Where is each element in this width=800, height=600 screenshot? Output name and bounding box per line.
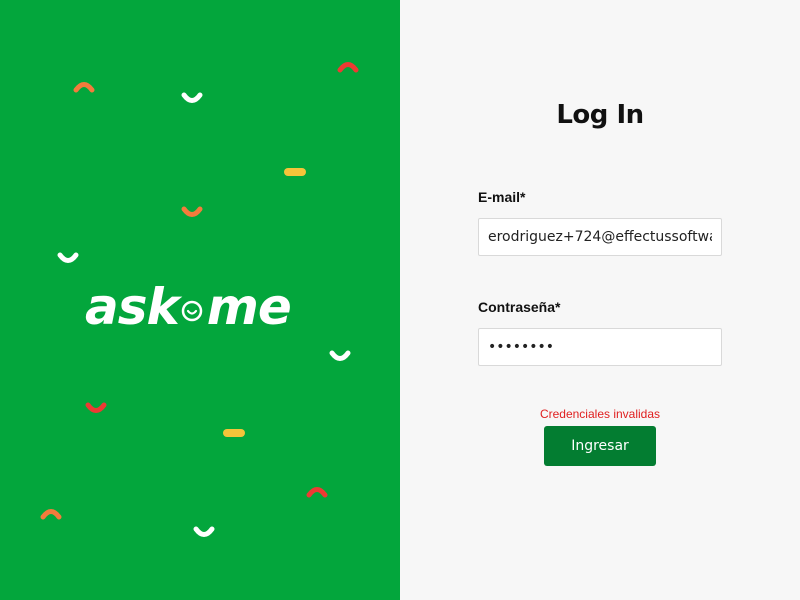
decor-arc-orange-icon [40, 509, 62, 520]
decor-arc-red-icon [306, 487, 328, 498]
page-title: Log In [556, 100, 644, 130]
decor-smile-white-icon [181, 92, 203, 103]
decor-smile-white-icon [57, 252, 79, 263]
password-label: Contraseña* [478, 299, 561, 315]
decor-smile-white-icon [329, 350, 351, 361]
logo-text-ask: ask [85, 278, 180, 336]
decor-smile-red-icon [85, 402, 107, 413]
decor-arc-orange-icon [73, 82, 95, 93]
decor-dash-yellow-icon [223, 429, 245, 437]
askme-logo: ask me [85, 280, 325, 334]
email-field[interactable] [478, 218, 722, 256]
logo-text-me: me [206, 278, 292, 336]
decor-smile-orange-icon [181, 206, 203, 217]
error-message: Credenciales invalidas [539, 407, 661, 421]
smiley-face-icon [181, 300, 203, 322]
decor-dash-yellow-icon [284, 168, 306, 176]
decor-arc-red-icon [337, 62, 359, 73]
brand-panel: ask me [0, 0, 400, 600]
decor-smile-white-icon [193, 526, 215, 537]
submit-button[interactable]: Ingresar [544, 426, 656, 466]
email-label: E-mail* [478, 189, 526, 205]
login-panel: Log In E-mail* Contraseña* Credenciales … [400, 0, 800, 600]
password-field[interactable] [478, 328, 722, 366]
login-page: ask me Log In E-mail* Contraseña* Creden… [0, 0, 800, 600]
